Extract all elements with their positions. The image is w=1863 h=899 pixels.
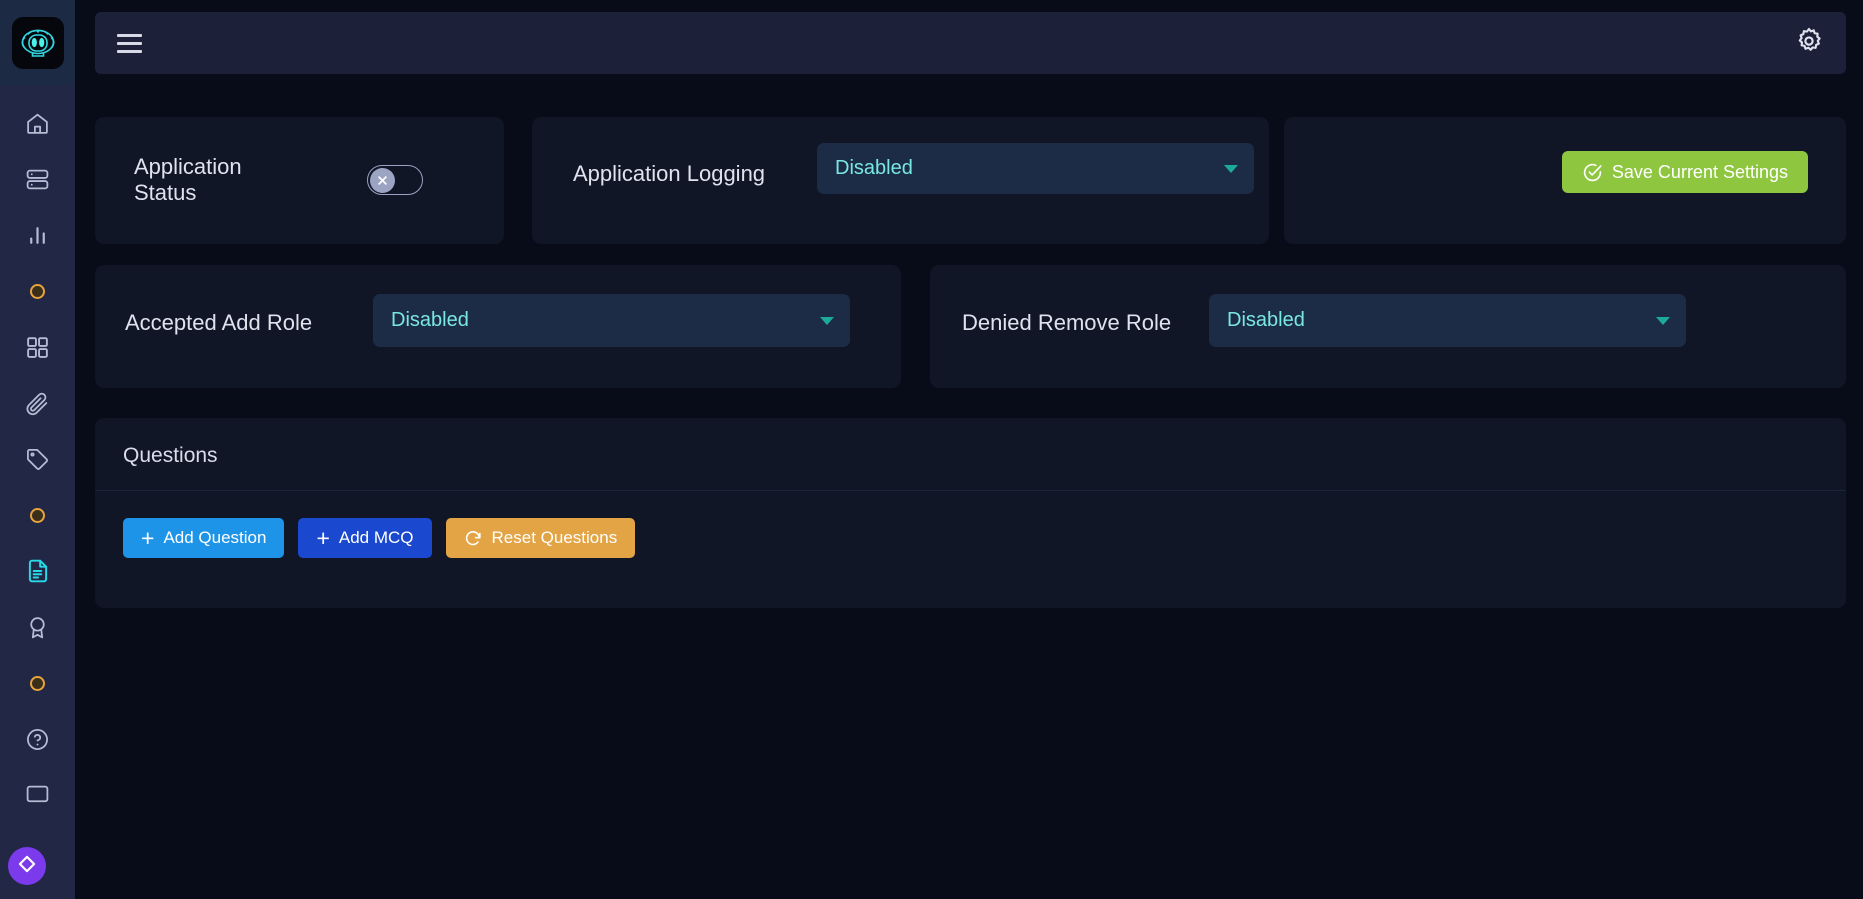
chevron-down-icon [1224, 164, 1238, 173]
sidebar-divider-dot-1 [0, 263, 75, 319]
hamburger-menu-icon[interactable] [117, 33, 142, 53]
orange-ring-icon [30, 507, 45, 523]
questions-title: Questions [123, 444, 218, 467]
application-logging-card: Application Logging Disabled [532, 117, 1269, 244]
reset-questions-button[interactable]: Reset Questions [445, 518, 636, 558]
save-settings-card: Save Current Settings [1284, 117, 1846, 244]
tag-icon [25, 447, 50, 472]
monitor-icon [25, 783, 50, 808]
sidebar-item-tags[interactable] [0, 431, 75, 487]
plus-icon: + [316, 524, 330, 551]
application-logging-label: Application Logging [573, 161, 766, 186]
accepted-add-role-card: Accepted Add Role Disabled [95, 265, 901, 388]
application-logging-value: Disabled [835, 157, 913, 179]
workspace-badge-button[interactable] [8, 847, 46, 885]
sidebar-divider-dot-2 [0, 487, 75, 543]
add-mcq-label: Add MCQ [338, 528, 414, 547]
application-status-label: Application Status [134, 154, 242, 206]
hamburger-bar [117, 41, 142, 45]
toggle-knob [370, 167, 395, 193]
sidebar-divider-dot-3 [0, 655, 75, 711]
server-icon [25, 167, 50, 192]
sidebar-item-help[interactable] [0, 711, 75, 767]
help-circle-icon [25, 727, 50, 752]
check-circle-icon [1582, 162, 1603, 183]
save-current-settings-button[interactable]: Save Current Settings [1561, 151, 1808, 193]
orange-ring-icon [30, 283, 45, 299]
sidebar-item-analytics[interactable] [0, 207, 75, 263]
paperclip-icon [25, 391, 50, 416]
questions-actions: + Add Question + Add MCQ Reset Questions [123, 518, 636, 558]
sidebar-item-apps[interactable] [0, 319, 75, 375]
grid-icon [25, 335, 50, 360]
accepted-add-role-label: Accepted Add Role [125, 310, 313, 335]
sidebar-item-monitor[interactable] [0, 767, 75, 823]
refresh-icon [464, 529, 483, 548]
orange-ring-icon [30, 675, 45, 691]
application-logging-select[interactable]: Disabled [817, 143, 1254, 194]
gear-icon[interactable] [1794, 26, 1824, 61]
sidebar-item-documents[interactable] [0, 543, 75, 599]
app-logo[interactable] [0, 0, 75, 85]
document-icon [25, 558, 51, 584]
plus-icon: + [141, 524, 155, 551]
denied-remove-role-card: Denied Remove Role Disabled [930, 265, 1846, 388]
denied-remove-role-label: Denied Remove Role [962, 310, 1172, 335]
add-question-button[interactable]: + Add Question [123, 518, 285, 558]
sidebar-item-awards[interactable] [0, 599, 75, 655]
award-icon [25, 615, 50, 640]
sidebar-item-home[interactable] [0, 95, 75, 151]
sidebar-item-server[interactable] [0, 151, 75, 207]
add-question-label: Add Question [163, 528, 267, 547]
main-content: Application Status Application Logging D… [75, 0, 1863, 899]
accepted-add-role-value: Disabled [391, 309, 469, 331]
chevron-down-icon [1656, 316, 1670, 325]
denied-remove-role-select[interactable]: Disabled [1209, 294, 1686, 347]
questions-divider [95, 490, 1846, 491]
chevron-down-icon [820, 316, 834, 325]
bar-chart-icon [25, 223, 50, 248]
diamond-icon [17, 854, 37, 879]
hamburger-bar [117, 33, 142, 37]
application-status-card: Application Status [95, 117, 504, 244]
accepted-add-role-select[interactable]: Disabled [373, 294, 850, 347]
save-button-label: Save Current Settings [1611, 161, 1788, 182]
add-mcq-button[interactable]: + Add MCQ [298, 518, 432, 558]
application-status-toggle[interactable] [367, 165, 423, 195]
home-icon [25, 111, 50, 136]
questions-card: Questions + Add Question + Add MCQ Reset… [95, 418, 1846, 608]
robot-head-icon [11, 16, 64, 69]
sidebar [0, 0, 75, 899]
sidebar-item-attachments[interactable] [0, 375, 75, 431]
denied-remove-role-value: Disabled [1227, 309, 1305, 331]
top-bar [95, 12, 1846, 74]
hamburger-bar [117, 49, 142, 53]
reset-questions-label: Reset Questions [491, 528, 618, 547]
